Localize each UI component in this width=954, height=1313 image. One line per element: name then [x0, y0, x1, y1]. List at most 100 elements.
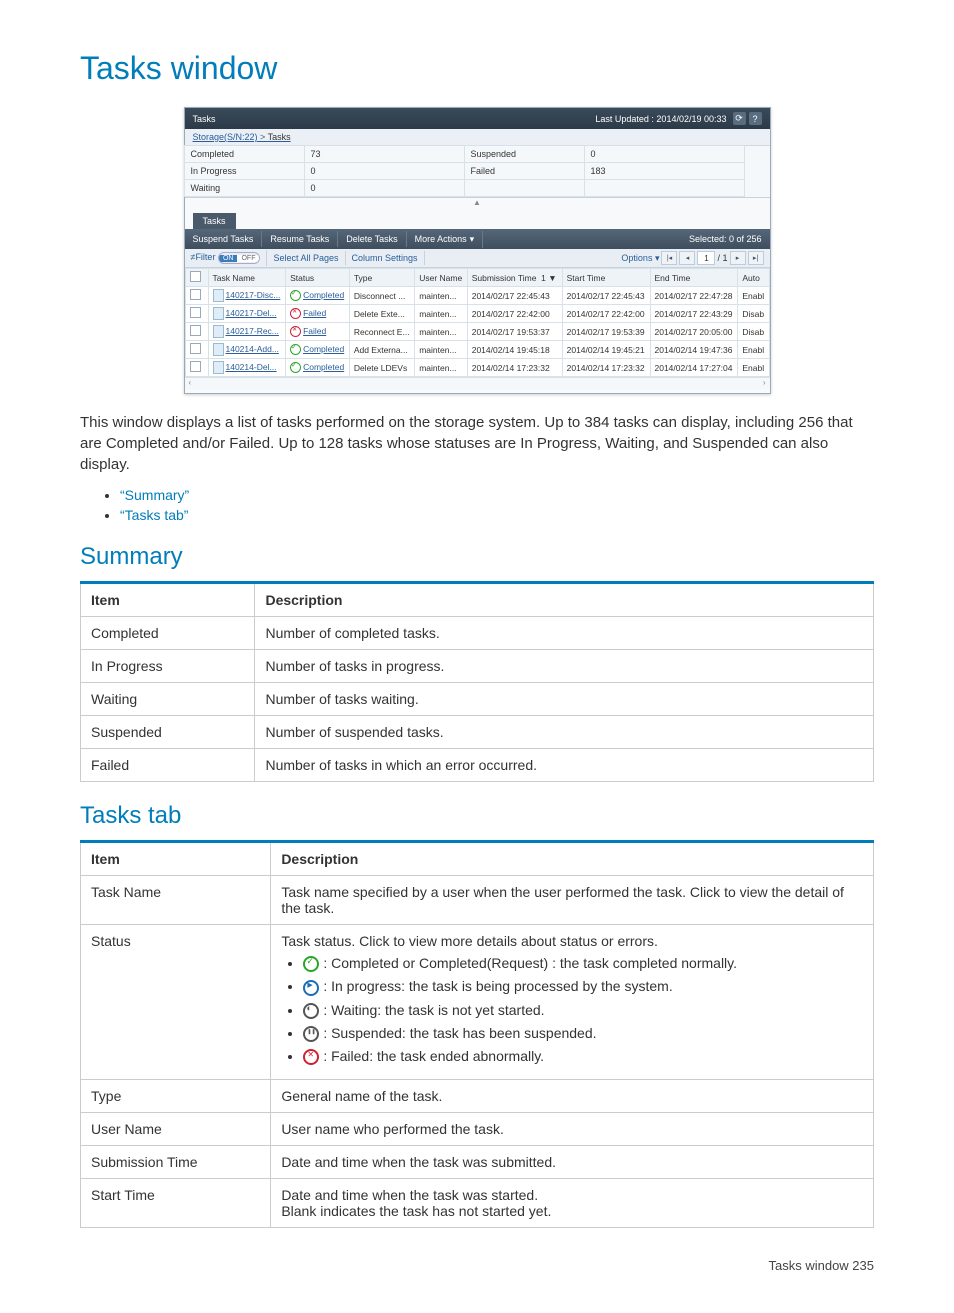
task-name-link[interactable]: 140214-Del...: [226, 362, 277, 372]
page-prev-button[interactable]: ◂: [679, 251, 695, 265]
more-actions-button[interactable]: More Actions▾: [407, 231, 484, 248]
task-name-link[interactable]: 140214-Add...: [226, 344, 279, 354]
horizontal-scrollbar[interactable]: ‹›: [185, 377, 770, 389]
cell-start-time: 2014/02/14 19:45:21: [562, 341, 650, 359]
table-row: CompletedNumber of completed tasks.: [81, 617, 874, 650]
tasks-window-screenshot: Tasks Last Updated : 2014/02/19 00:33 ⟳ …: [184, 107, 771, 394]
task-row[interactable]: 140217-Rec...FailedReconnect E...mainten…: [185, 323, 769, 341]
table-row: Start Time Date and time when the task w…: [81, 1179, 874, 1228]
col-task-name[interactable]: Task Name: [208, 269, 286, 287]
cell-end-time: 2014/02/17 22:47:28: [650, 287, 738, 305]
summary-failed-label: Failed: [464, 162, 585, 180]
page-last-button[interactable]: ▸|: [748, 251, 764, 265]
cell-end-time: 2014/02/14 19:47:36: [650, 341, 738, 359]
resume-tasks-button[interactable]: Resume Tasks: [262, 231, 338, 247]
tasks-col-item: Item: [81, 842, 271, 876]
completed-icon: [290, 290, 301, 301]
breadcrumb-root[interactable]: Storage(S/N:22): [193, 132, 258, 142]
col-start-time[interactable]: Start Time: [562, 269, 650, 287]
failed-icon: [290, 308, 301, 319]
cell-submission-time: 2014/02/17 22:42:00: [467, 305, 562, 323]
tab-tasks[interactable]: Tasks: [193, 213, 236, 229]
help-icon[interactable]: ?: [749, 112, 762, 125]
col-end-time[interactable]: End Time: [650, 269, 738, 287]
summary-completed-label: Completed: [184, 145, 305, 163]
col-auto[interactable]: Auto: [738, 269, 769, 287]
summary-inprogress-value: 0: [304, 162, 465, 180]
delete-tasks-button[interactable]: Delete Tasks: [338, 231, 406, 247]
page-next-button[interactable]: ▸: [730, 251, 746, 265]
link-summary[interactable]: “Summary”: [120, 487, 189, 503]
row-checkbox[interactable]: [190, 361, 201, 372]
summary-inprogress-label: In Progress: [184, 162, 305, 180]
column-settings-button[interactable]: Column Settings: [346, 251, 425, 265]
window-title: Tasks: [193, 114, 216, 124]
status-link[interactable]: Failed: [303, 308, 326, 318]
task-name-link[interactable]: 140217-Del...: [226, 308, 277, 318]
cell-item: In Progress: [81, 650, 255, 683]
table-row: Status Task status. Click to view more d…: [81, 925, 874, 1080]
task-row[interactable]: 140214-Add...CompletedAdd Externa...main…: [185, 341, 769, 359]
refresh-icon[interactable]: ⟳: [733, 112, 746, 125]
intro-text: This window displays a list of tasks per…: [80, 412, 874, 475]
cell-type: Disconnect ...: [349, 287, 414, 305]
cell-desc: Date and time when the task was started.…: [271, 1179, 874, 1228]
cell-submission-time: 2014/02/14 17:23:32: [467, 359, 562, 377]
select-all-pages-button[interactable]: Select All Pages: [267, 251, 345, 265]
task-row[interactable]: 140217-Disc... Completed Disconnect ...mai…: [185, 287, 769, 305]
filter-button[interactable]: ≠Filter ON OFF: [185, 250, 268, 267]
col-type[interactable]: Type: [349, 269, 414, 287]
checkbox-all[interactable]: [190, 271, 201, 282]
row-checkbox[interactable]: [190, 307, 201, 318]
cell-item: Submission Time: [81, 1146, 271, 1179]
cell-item: Completed: [81, 617, 255, 650]
section-links: “Summary” “Tasks tab”: [80, 487, 874, 523]
tasks-toolbar: Suspend Tasks Resume Tasks Delete Tasks …: [185, 229, 770, 249]
cell-start-time: 2014/02/17 19:53:39: [562, 323, 650, 341]
cell-type: Reconnect E...: [349, 323, 414, 341]
cell-desc: Task status. Click to view more details …: [271, 925, 874, 1080]
status-link[interactable]: Completed: [303, 290, 344, 300]
task-name-link[interactable]: 140217-Rec...: [226, 326, 279, 336]
status-link[interactable]: Completed: [303, 344, 344, 354]
col-status[interactable]: Status: [286, 269, 350, 287]
cell-submission-time: 2014/02/17 22:45:43: [467, 287, 562, 305]
status-link[interactable]: Completed: [303, 362, 344, 372]
cell-desc: User name who performed the task.: [271, 1113, 874, 1146]
page-footer: Tasks window 235: [80, 1258, 874, 1273]
filter-toggle[interactable]: ON OFF: [218, 252, 261, 264]
page-number-input[interactable]: 1: [697, 251, 715, 265]
cell-desc: Task name specified by a user when the u…: [271, 876, 874, 925]
status-link[interactable]: Failed: [303, 326, 326, 336]
cell-item: Suspended: [81, 716, 255, 749]
tasks-col-desc: Description: [271, 842, 874, 876]
suspend-tasks-button[interactable]: Suspend Tasks: [185, 231, 263, 247]
summary-completed-value: 73: [304, 145, 465, 163]
cell-start-time: 2014/02/14 17:23:32: [562, 359, 650, 377]
breadcrumb-sep: >: [258, 132, 268, 142]
page-first-button[interactable]: |◂: [661, 251, 677, 265]
task-icon: [213, 289, 224, 302]
options-button[interactable]: Options ▾: [621, 253, 659, 264]
col-user-name[interactable]: User Name: [415, 269, 468, 287]
row-checkbox[interactable]: [190, 289, 201, 300]
completed-icon: [303, 956, 319, 972]
summary-heading: Summary: [80, 543, 874, 571]
in-progress-icon: [303, 980, 319, 996]
task-row[interactable]: 140214-Del...CompletedDelete LDEVsmainte…: [185, 359, 769, 377]
row-checkbox[interactable]: [190, 343, 201, 354]
summary-suspended-label: Suspended: [464, 145, 585, 163]
breadcrumb[interactable]: Storage(S/N:22) > Tasks: [185, 129, 770, 146]
task-row[interactable]: 140217-Del...FailedDelete Exte...mainten…: [185, 305, 769, 323]
cell-user: mainten...: [415, 287, 468, 305]
task-icon: [213, 361, 224, 374]
link-tasks-tab[interactable]: “Tasks tab”: [120, 507, 188, 523]
task-name-link[interactable]: 140217-Disc...: [226, 290, 281, 300]
cell-desc: Number of suspended tasks.: [255, 716, 874, 749]
cell-auto: Disab: [738, 305, 769, 323]
completed-icon: [290, 362, 301, 373]
cell-type: Add Externa...: [349, 341, 414, 359]
tasks-grid: Task Name Status Type User Name Submissi…: [185, 268, 770, 377]
col-submission-time[interactable]: Submission Time 1 ▼: [467, 269, 562, 287]
row-checkbox[interactable]: [190, 325, 201, 336]
